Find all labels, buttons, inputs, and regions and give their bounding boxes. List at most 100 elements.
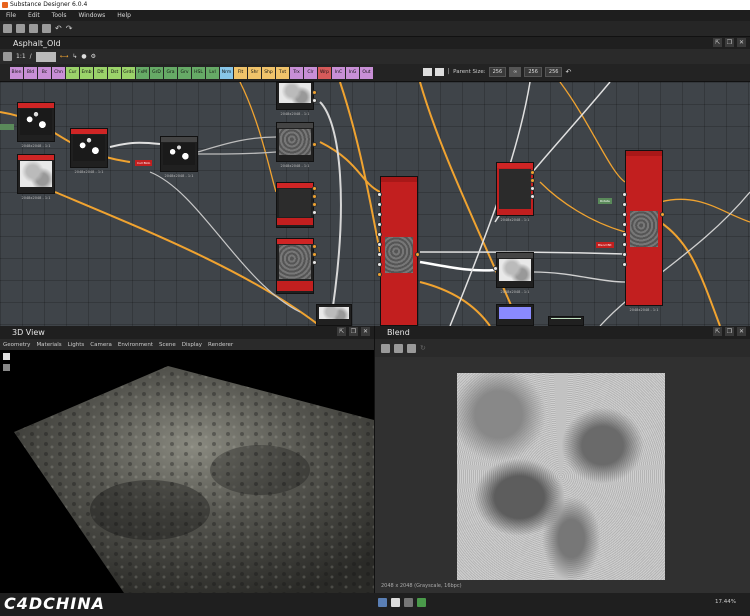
- node-port[interactable]: [312, 142, 317, 147]
- filter-chip[interactable]: Clr: [304, 66, 317, 79]
- filter-chip[interactable]: Lvl: [206, 66, 219, 79]
- speech-icon[interactable]: [423, 68, 432, 76]
- node-port[interactable]: [312, 98, 317, 103]
- graph-node-9[interactable]: [316, 304, 352, 326]
- small-node-a[interactable]: Cull Blob: [135, 160, 153, 166]
- node-port[interactable]: [530, 170, 535, 175]
- zoom-ratio[interactable]: 1:1: [16, 53, 26, 60]
- new-graph-icon[interactable]: [3, 24, 12, 33]
- output-width-select[interactable]: 256: [524, 67, 542, 77]
- node-port[interactable]: [312, 90, 317, 95]
- graph-node-3[interactable]: 2048x2048 - 1:1: [70, 128, 108, 174]
- link-size-icon[interactable]: ∞: [509, 67, 522, 77]
- node-port[interactable]: [377, 242, 382, 247]
- filter-chip[interactable]: FxM: [136, 66, 149, 79]
- graph-node-10[interactable]: 2048x2048 - 1:1: [496, 162, 534, 222]
- filter-chip[interactable]: InG: [346, 66, 359, 79]
- alpha-icon[interactable]: [404, 598, 413, 607]
- link-mode-icon[interactable]: ↳: [72, 53, 77, 60]
- filter-chip[interactable]: Bld: [24, 66, 37, 79]
- redo-icon[interactable]: ↷: [66, 24, 73, 33]
- filter-chip[interactable]: Shr: [248, 66, 261, 79]
- view-options-icon[interactable]: [381, 343, 390, 353]
- node-port[interactable]: [377, 252, 382, 257]
- menu-edit[interactable]: Edit: [22, 12, 46, 19]
- node-port[interactable]: [377, 232, 382, 237]
- menu-file[interactable]: File: [0, 12, 22, 19]
- open-icon[interactable]: [16, 24, 25, 33]
- pencil-icon[interactable]: /: [30, 53, 32, 60]
- menu-scene[interactable]: Scene: [156, 342, 179, 348]
- small-node-d[interactable]: Blend Blt: [596, 242, 614, 248]
- blend-zoom[interactable]: 17.44%: [715, 599, 736, 605]
- node-port[interactable]: [415, 252, 420, 257]
- graph-node-4[interactable]: 2048x2048 - 1:1: [160, 136, 198, 178]
- menu-camera[interactable]: Camera: [87, 342, 115, 348]
- filter-chip[interactable]: Cur: [66, 66, 79, 79]
- blend-tab-title[interactable]: Blend: [375, 328, 410, 337]
- node-port[interactable]: [377, 272, 382, 277]
- small-node-b[interactable]: Rotate: [598, 198, 612, 204]
- save-icon[interactable]: [29, 24, 38, 33]
- menu-help[interactable]: Help: [111, 12, 137, 19]
- channel-icon[interactable]: [378, 598, 387, 607]
- filter-chip[interactable]: HSL: [192, 66, 205, 79]
- node-port[interactable]: [312, 202, 317, 207]
- filter-chip[interactable]: Grv: [178, 66, 191, 79]
- float-icon[interactable]: ❐: [725, 38, 734, 47]
- pin-icon[interactable]: ⇱: [713, 327, 722, 336]
- filter-chip[interactable]: Shp: [262, 66, 275, 79]
- menu-geometry[interactable]: Geometry: [0, 342, 33, 348]
- node-port[interactable]: [377, 222, 382, 227]
- blend-node-large[interactable]: [380, 176, 418, 326]
- frame-tool-icon[interactable]: [35, 51, 56, 62]
- filter-chip[interactable]: Gra: [164, 66, 177, 79]
- reset-icon[interactable]: ↶: [565, 68, 571, 76]
- node-port[interactable]: [377, 202, 382, 207]
- menu-environment[interactable]: Environment: [115, 342, 156, 348]
- rgba-icon[interactable]: [391, 598, 400, 607]
- tile-icon[interactable]: [417, 598, 426, 607]
- graph-node-7[interactable]: [276, 182, 314, 228]
- node-port[interactable]: [312, 244, 317, 249]
- filter-chip[interactable]: Bc: [38, 66, 51, 79]
- filter-chip[interactable]: Blen: [10, 66, 23, 79]
- node-port[interactable]: [622, 232, 627, 237]
- filter-chip[interactable]: Grds: [122, 66, 135, 79]
- filter-chip[interactable]: Txt: [276, 66, 289, 79]
- graph-node-1[interactable]: 2048x2048 - 1:1: [17, 102, 55, 148]
- node-port[interactable]: [622, 192, 627, 197]
- undo-icon[interactable]: ↶: [55, 24, 62, 33]
- node-port[interactable]: [377, 262, 382, 267]
- node-port[interactable]: [312, 210, 317, 215]
- camera-icon[interactable]: [3, 353, 10, 360]
- refresh-icon[interactable]: ↻: [420, 344, 426, 352]
- float-icon[interactable]: ❐: [349, 327, 358, 336]
- menu-renderer[interactable]: Renderer: [205, 342, 236, 348]
- node-port[interactable]: [377, 192, 382, 197]
- node-port[interactable]: [530, 178, 535, 183]
- graph-node-5[interactable]: 2048x2048 - 1:1: [276, 82, 314, 116]
- node-port[interactable]: [622, 202, 627, 207]
- graph-tab-title[interactable]: Asphalt_Old: [0, 39, 61, 48]
- bomb-icon[interactable]: ●: [81, 53, 86, 60]
- node-port[interactable]: [312, 260, 317, 265]
- node-port[interactable]: [530, 194, 535, 199]
- graph-node-8[interactable]: [276, 238, 314, 294]
- 2d-viewport[interactable]: 2048 x 2048 (Grayscale, 16bpc): [375, 357, 750, 593]
- gear-icon[interactable]: ⚙: [91, 53, 96, 60]
- filter-chip[interactable]: Dst: [108, 66, 121, 79]
- filter-chip[interactable]: GrD: [150, 66, 163, 79]
- light-icon[interactable]: [3, 364, 10, 371]
- frame-icon[interactable]: [435, 68, 444, 76]
- close-icon[interactable]: ✕: [737, 327, 746, 336]
- blend-node-right[interactable]: 2048x2048 - 1:1: [625, 150, 663, 312]
- save-image-icon[interactable]: [394, 343, 403, 353]
- node-port[interactable]: [622, 262, 627, 267]
- pin-icon[interactable]: ⇱: [337, 327, 346, 336]
- graph-node-12[interactable]: [496, 304, 534, 326]
- filter-chip[interactable]: Wrp: [318, 66, 331, 79]
- fit-view-icon[interactable]: [3, 52, 12, 61]
- connector-style-icon[interactable]: ⟷: [60, 53, 69, 60]
- small-node-green[interactable]: [0, 124, 14, 130]
